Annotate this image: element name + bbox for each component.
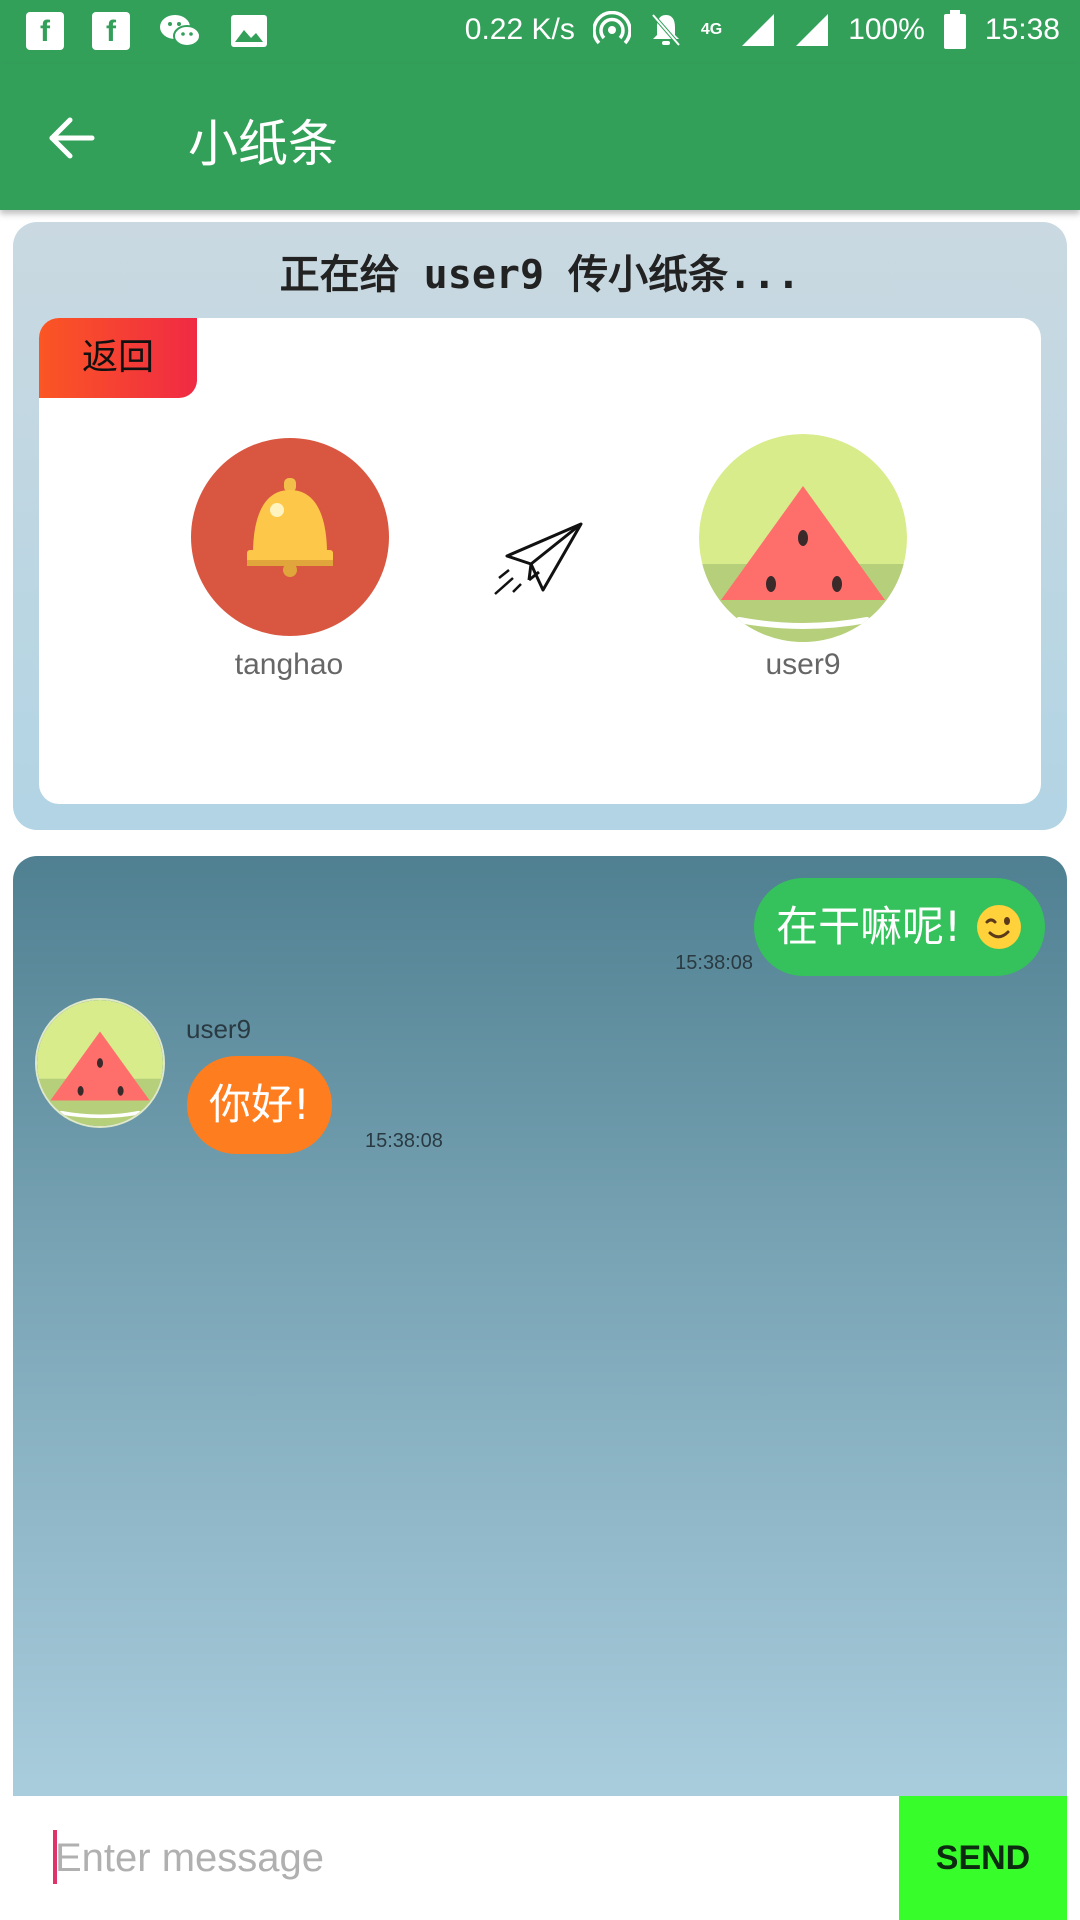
- message-timestamp: 15:38:08: [365, 1130, 443, 1152]
- mute-icon: [651, 13, 681, 47]
- receiver-name: user9: [765, 648, 841, 681]
- network-type: 4G: [700, 21, 723, 38]
- network-speed: 0.22 K/s: [464, 13, 575, 46]
- facebook-icon: f: [26, 12, 64, 50]
- recipient-card: 正在给 user9 传小纸条... 返回 tanghao user9: [13, 222, 1067, 830]
- status-bar: f f 0.22 K/s 4G 100% 15:38: [0, 0, 1080, 64]
- bell-icon: [247, 478, 333, 577]
- contact-avatar[interactable]: [35, 998, 165, 1128]
- clock: 15:38: [984, 13, 1060, 46]
- sender-name: tanghao: [234, 648, 344, 681]
- text-cursor: [53, 1830, 57, 1884]
- battery-icon: [943, 10, 966, 49]
- message-input[interactable]: [13, 1796, 899, 1920]
- send-button[interactable]: SEND: [899, 1796, 1067, 1920]
- back-arrow-icon[interactable]: [44, 110, 100, 166]
- app-bar: 小纸条: [0, 64, 1080, 210]
- outgoing-message-bubble[interactable]: 在干嘛呢!: [754, 878, 1045, 976]
- facebook-icon: f: [92, 12, 130, 50]
- chat-history[interactable]: 在干嘛呢! 15:38:08 user9 你好! 15:38:08: [13, 856, 1067, 1796]
- incoming-message-bubble[interactable]: 你好!: [187, 1056, 332, 1154]
- contact-name: user9: [186, 1014, 252, 1044]
- message-timestamp: 15:38:08: [675, 952, 753, 974]
- hotspot-icon: [592, 11, 631, 45]
- message-composer: SEND: [13, 1796, 1067, 1920]
- signal-icon: [796, 14, 829, 46]
- recipient-heading: 正在给 user9 传小纸条...: [279, 252, 801, 298]
- watermelon-icon: [37, 1000, 163, 1126]
- watermelon-icon: [699, 434, 907, 642]
- wink-emoji-icon: [977, 905, 1021, 949]
- battery-percent: 100%: [848, 13, 925, 46]
- wechat-icon: [160, 15, 201, 47]
- transfer-panel: 返回 tanghao user9: [39, 318, 1041, 804]
- image-icon: [231, 15, 267, 47]
- sender-avatar[interactable]: [191, 438, 389, 636]
- page-title: 小纸条: [188, 115, 338, 173]
- receiver-avatar[interactable]: [699, 434, 907, 642]
- return-button[interactable]: 返回: [39, 318, 197, 398]
- message-text: 在干嘛呢!: [776, 902, 961, 951]
- message-text: 你好!: [209, 1080, 310, 1129]
- signal-icon: [742, 14, 775, 46]
- paper-plane-icon: [494, 522, 583, 595]
